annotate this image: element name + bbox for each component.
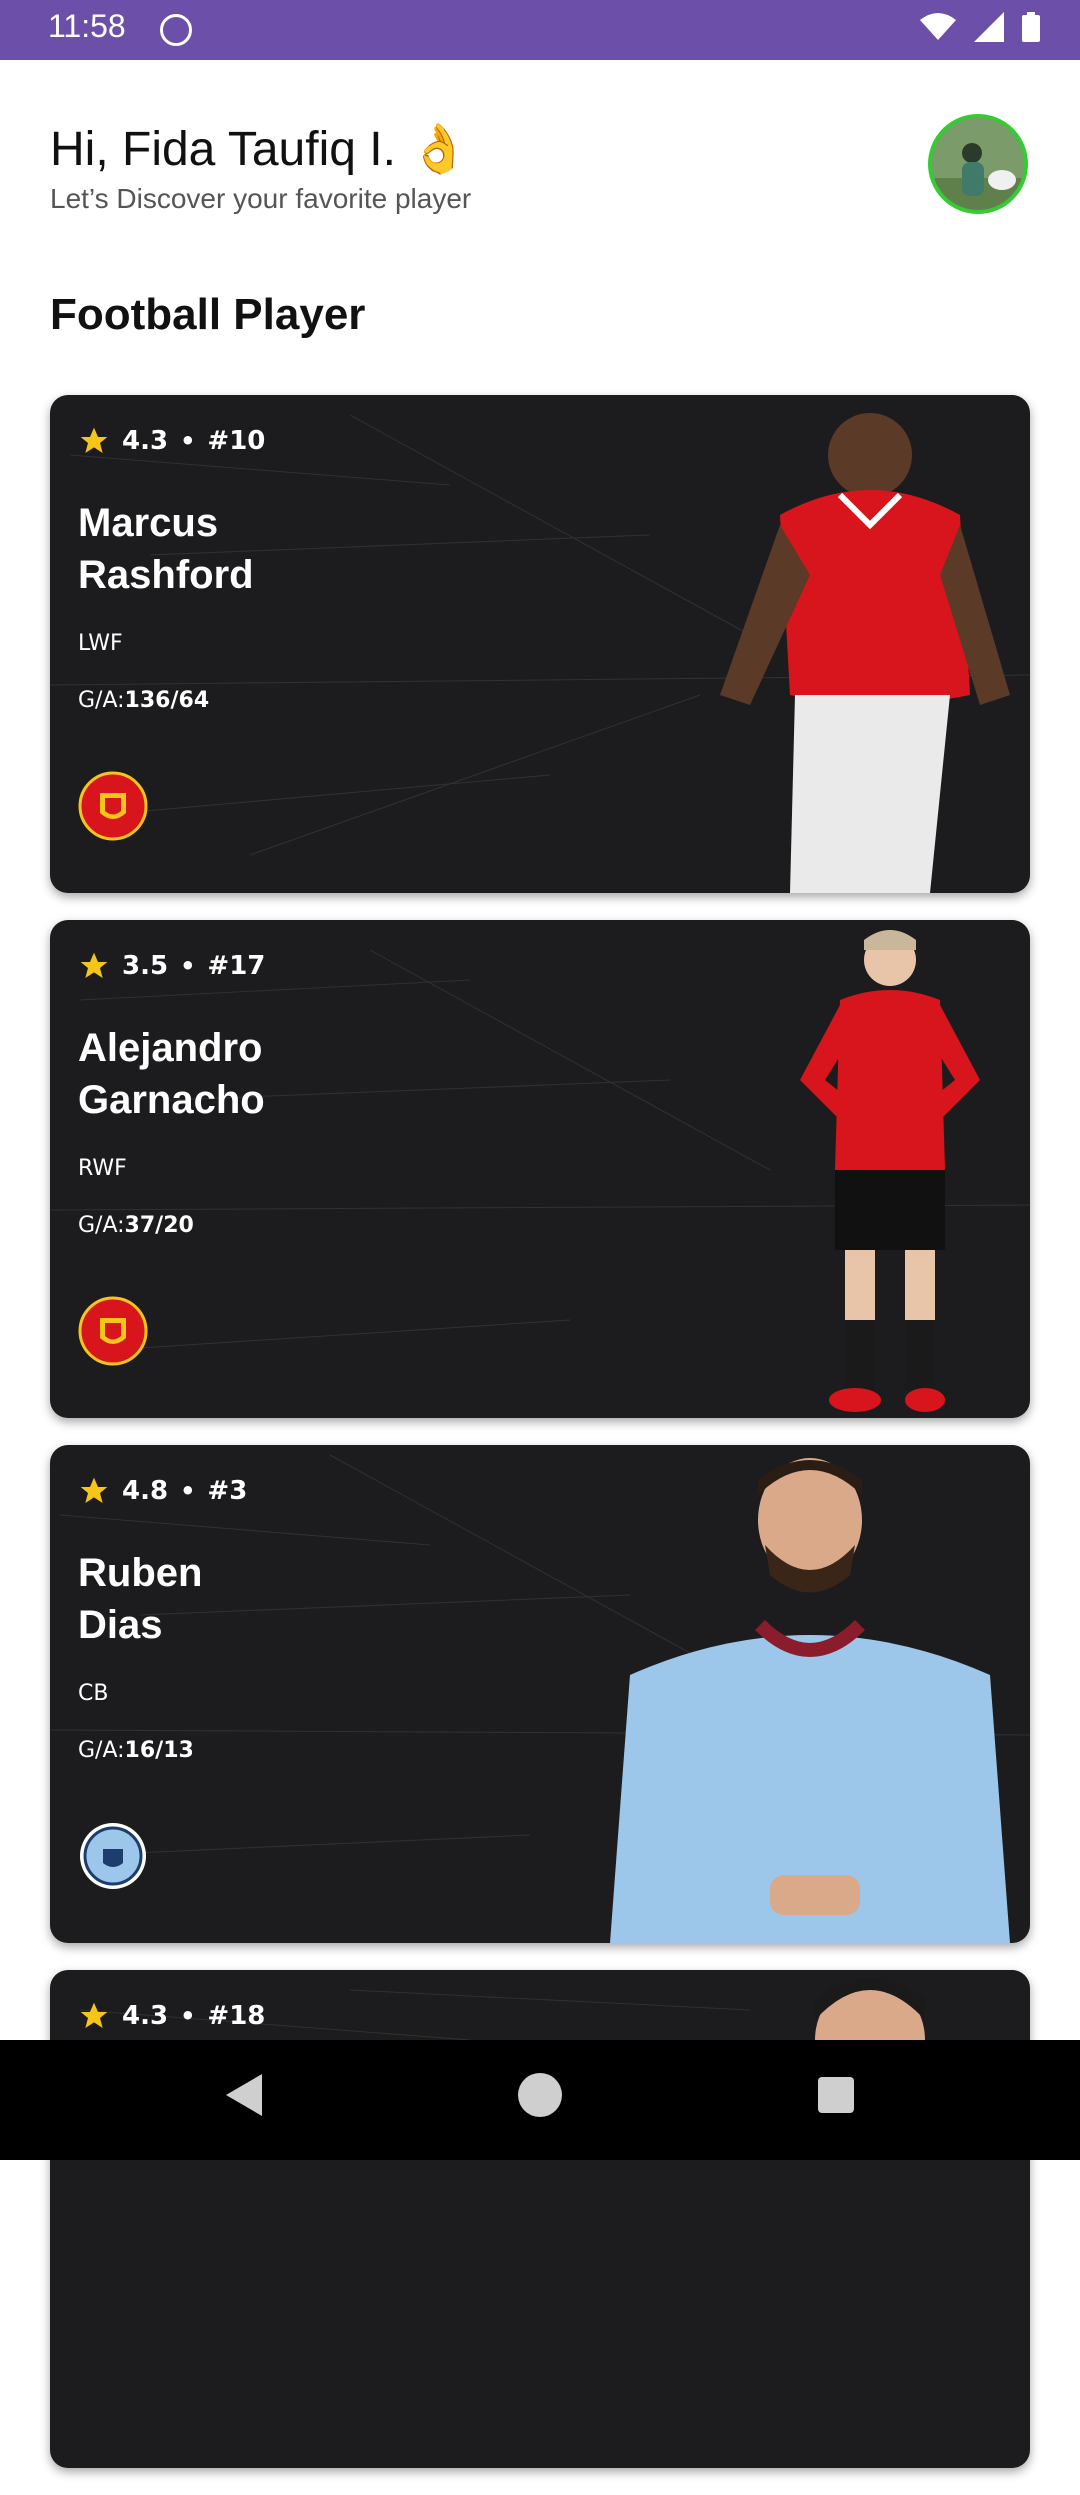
player-last-name: Dias — [78, 1603, 163, 1647]
star-icon — [80, 427, 108, 453]
man-united-crest-icon — [78, 771, 148, 841]
separator-dot: • — [180, 427, 196, 455]
status-icons — [920, 12, 1040, 42]
wifi-icon — [920, 13, 956, 40]
navigation-bar — [0, 2040, 1080, 2160]
player-name: Ruben Dias — [78, 1547, 378, 1651]
subtitle: Let’s Discover your favorite player — [50, 183, 472, 214]
star-icon — [80, 2002, 108, 2028]
rating-row: 4.3 • #18 — [78, 2000, 265, 2032]
goals-assists: G/A:16/13 — [78, 1738, 194, 1763]
player-first-name: Ruben — [78, 1551, 203, 1595]
player-last-name: Rashford — [78, 553, 254, 597]
player-list[interactable]: 4.3 • #10 Marcus Rashford LWF G/A:136/64 — [50, 395, 1030, 2495]
separator-dot: • — [180, 2002, 196, 2030]
shirt-number: #18 — [207, 2001, 266, 2031]
ga-value: 136/64 — [124, 688, 210, 713]
battery-icon — [1022, 12, 1040, 42]
player-first-name: Alejandro — [78, 1026, 263, 1070]
status-time: 11:58 — [48, 8, 126, 44]
header: Hi, Fida Taufiq I. 👌 Let’s Discover your… — [50, 120, 471, 215]
rating-value: 4.3 — [122, 2001, 169, 2031]
back-icon[interactable] — [222, 2070, 266, 2120]
avatar-photo — [932, 118, 1024, 210]
home-icon[interactable] — [516, 2070, 564, 2120]
avatar[interactable] — [928, 114, 1028, 214]
player-position: CB — [78, 1681, 109, 1706]
signal-icon — [974, 12, 1004, 42]
man-united-crest-icon — [78, 1296, 148, 1366]
player-last-name: Garnacho — [78, 1078, 265, 1122]
shirt-number: #3 — [207, 1476, 248, 1506]
goals-assists: G/A:136/64 — [78, 688, 209, 713]
rating-value: 4.3 — [122, 426, 169, 456]
separator-dot: • — [180, 1477, 196, 1505]
ga-label: G/A: — [78, 1738, 125, 1763]
player-name: Alejandro Garnacho — [78, 1022, 378, 1126]
rating-value: 4.8 — [122, 1476, 169, 1506]
shirt-number: #10 — [207, 426, 266, 456]
star-icon — [80, 952, 108, 978]
section-title: Football Player — [50, 290, 366, 339]
player-card[interactable]: 4.8 • #3 Ruben Dias CB G/A:16/13 — [50, 1445, 1030, 1943]
ga-value: 37/20 — [124, 1213, 194, 1238]
player-first-name: Marcus — [78, 501, 219, 545]
rating-row: 3.5 • #17 — [78, 950, 265, 982]
player-position: LWF — [78, 631, 123, 656]
ga-label: G/A: — [78, 1213, 125, 1238]
star-icon — [80, 1477, 108, 1503]
player-name: Marcus Rashford — [78, 497, 378, 601]
shirt-number: #17 — [207, 951, 266, 981]
rating-row: 4.3 • #10 — [78, 425, 265, 457]
rating-value: 3.5 — [122, 951, 169, 981]
notification-cat-icon — [160, 14, 192, 46]
player-photo — [610, 1458, 1010, 1943]
status-bar: 11:58 — [0, 0, 1080, 60]
ga-value: 16/13 — [124, 1738, 194, 1763]
greeting: Hi, Fida Taufiq I. 👌 — [50, 123, 470, 176]
man-city-crest-icon — [80, 1823, 146, 1889]
player-card[interactable]: 3.5 • #17 Alejandro Garnacho RWF G/A:37/… — [50, 920, 1030, 1418]
ga-label: G/A: — [78, 688, 125, 713]
rating-row: 4.8 • #3 — [78, 1475, 247, 1507]
player-position: RWF — [78, 1156, 127, 1181]
separator-dot: • — [180, 952, 196, 980]
player-card[interactable]: 4.3 • #10 Marcus Rashford LWF G/A:136/64 — [50, 395, 1030, 893]
goals-assists: G/A:37/20 — [78, 1213, 194, 1238]
player-photo — [720, 413, 1010, 893]
recents-icon[interactable] — [814, 2070, 858, 2120]
player-photo — [800, 930, 980, 1412]
